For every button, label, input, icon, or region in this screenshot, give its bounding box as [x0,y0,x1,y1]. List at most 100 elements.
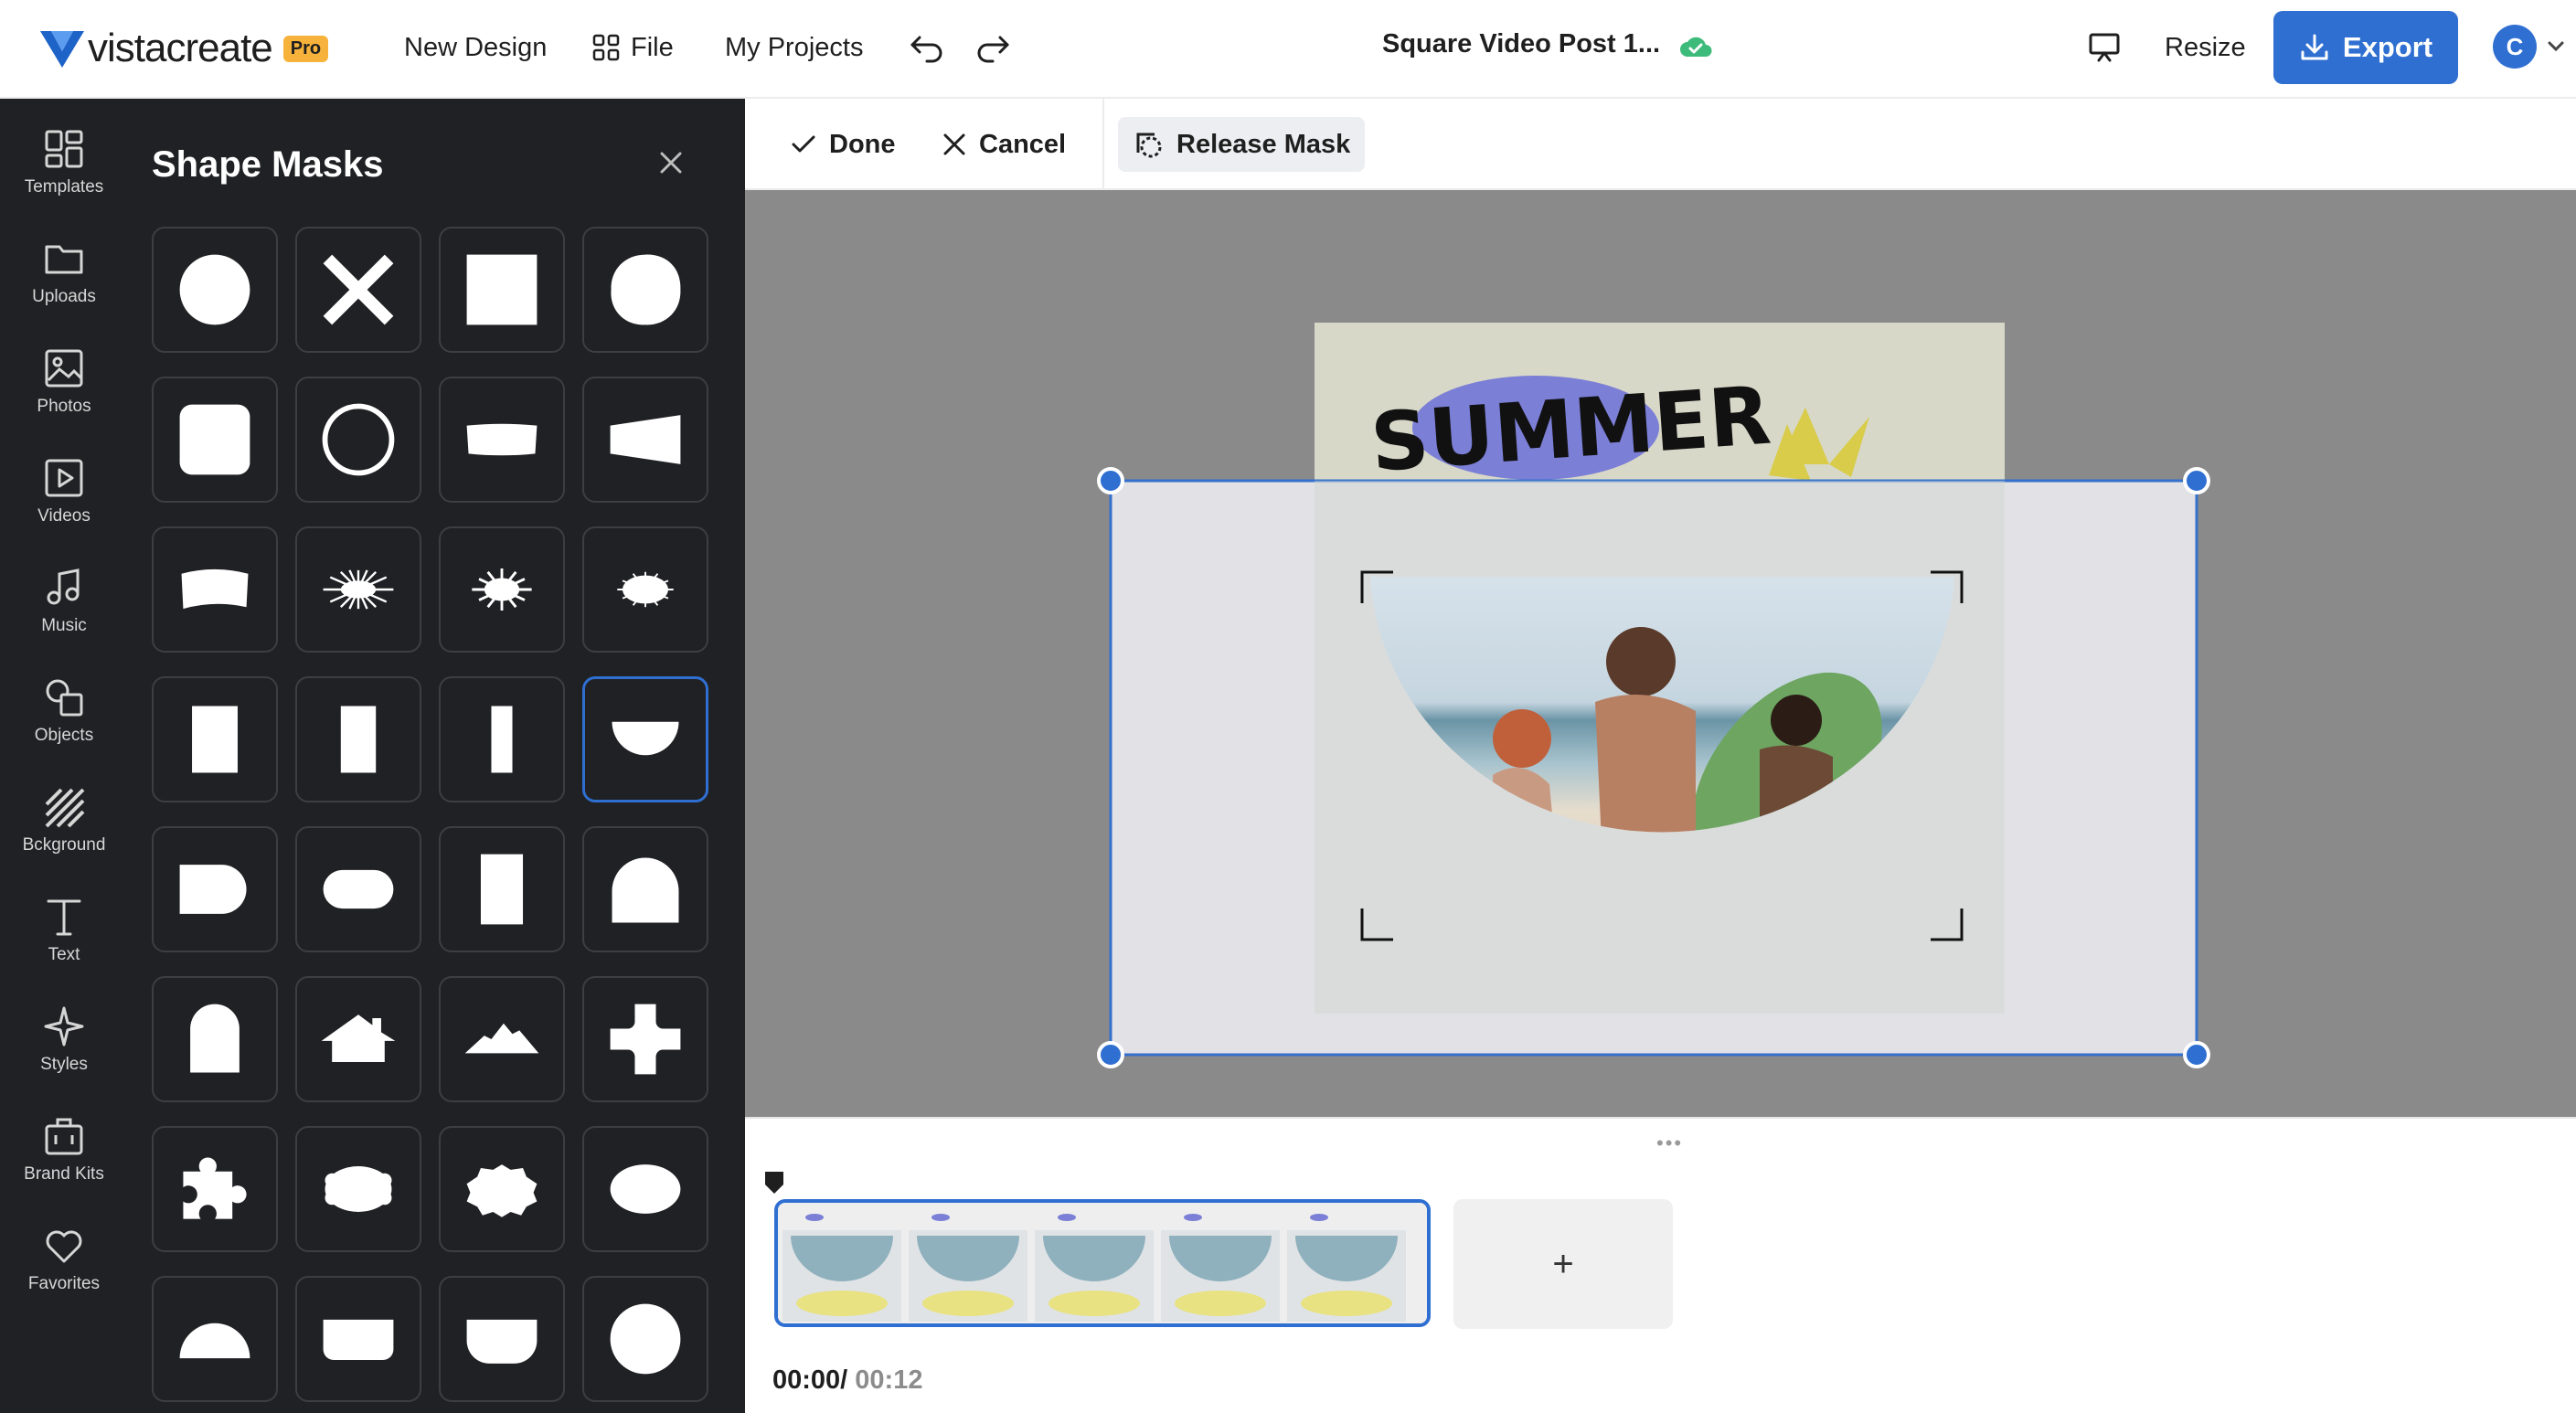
toolbar-divider [1102,99,1104,190]
shape-badge[interactable] [439,1126,565,1252]
done-label: Done [829,129,896,159]
pro-badge: Pro [282,35,329,62]
shape-tall-rect-2[interactable] [439,826,565,952]
cancel-label: Cancel [979,129,1067,159]
shape-arch[interactable] [582,826,708,952]
thin-rect-shape-icon [491,706,513,773]
shape-thin-rect[interactable] [439,676,565,802]
timeline-resize-handle[interactable]: ••• [1656,1131,1683,1155]
badge-shape-icon [466,1164,538,1217]
rounded-bottom-shape-icon [323,1319,394,1361]
shape-tall-rect[interactable] [295,676,421,802]
download-icon [2301,34,2328,60]
d-shape-icon [179,865,247,914]
shape-half-circle-top[interactable] [152,1276,278,1402]
rail-item-music[interactable]: Music [0,567,128,667]
document-title[interactable]: Square Video Post 1... [1382,29,1660,59]
mask-edit-toolbar: Done Cancel Release Mask [745,99,2576,190]
redo-button[interactable] [974,27,1022,68]
shape-rough-circle[interactable] [582,227,708,353]
rail-item-uploads[interactable]: Uploads [0,238,128,338]
oval-shape-icon [610,1164,681,1214]
undo-button[interactable] [909,27,956,68]
shape-circle-2[interactable] [582,1276,708,1402]
done-button[interactable]: Done [791,117,896,172]
shape-cup[interactable] [439,1276,565,1402]
cup-shape-icon [466,1319,538,1364]
shape-mountain[interactable] [439,976,565,1102]
rail-item-styles[interactable]: Styles [0,1005,128,1106]
wave-rect-shape-icon [466,423,538,456]
shape-rounded-bottom[interactable] [295,1276,421,1402]
resize-button[interactable]: Resize [2165,27,2246,68]
shape-puzzle-piece[interactable] [152,1126,278,1252]
rail-item-background[interactable]: Bckground [0,786,128,887]
shape-pill[interactable] [295,826,421,952]
playhead-icon[interactable] [761,1168,787,1197]
rough-circle-shape-icon [611,254,681,325]
my-projects-button[interactable]: My Projects [725,27,863,68]
rail-item-objects[interactable]: Objects [0,676,128,777]
puzzle-piece-shape-icon [183,1157,247,1219]
stripes-icon [45,788,85,828]
rail-item-photos[interactable]: Photos [0,347,128,448]
shape-rounded-square[interactable] [152,377,278,503]
shape-starburst-oval[interactable] [582,526,708,653]
shape-trapezoid[interactable] [582,377,708,503]
folder-icon [45,245,83,274]
file-menu-button[interactable]: File [592,27,674,68]
rail-item-videos[interactable]: Videos [0,457,128,558]
rail-item-favorites[interactable]: Favorites [0,1225,128,1325]
add-scene-button[interactable]: + [1453,1199,1673,1329]
tall-rect-2-shape-icon [480,854,524,925]
rail-label-music: Music [41,616,87,635]
shape-wave-rect[interactable] [439,377,565,503]
shape-d-shape[interactable] [152,826,278,952]
shape-arch-tall[interactable] [152,976,278,1102]
shape-house[interactable] [295,976,421,1102]
check-icon [792,135,815,153]
rail-item-templates[interactable]: Templates [0,128,128,228]
release-mask-button[interactable]: Release Mask [1118,117,1366,172]
half-circle-bottom-shape-icon [612,721,679,756]
rounded-square-shape-icon [179,404,250,475]
briefcase-icon [45,1118,83,1155]
shape-curved-banner[interactable] [152,526,278,653]
present-button[interactable] [2088,27,2132,68]
rail-item-brand-kits[interactable]: Brand Kits [0,1115,128,1216]
shape-half-circle-bottom[interactable] [582,676,708,802]
shape-starburst-thin[interactable] [295,526,421,653]
shape-oval[interactable] [582,1126,708,1252]
release-mask-label: Release Mask [1176,129,1351,159]
release-mask-icon [1136,133,1162,158]
shape-portrait-rect[interactable] [152,676,278,802]
rail-label-styles: Styles [40,1055,88,1074]
shape-circle[interactable] [152,227,278,353]
shape-puzzle-cross[interactable] [582,976,708,1102]
rail-label-photos: Photos [37,397,91,416]
close-icon [943,133,965,155]
shape-cross[interactable] [295,227,421,353]
total-time: 00:12 [855,1365,923,1395]
video-clip[interactable] [774,1199,1431,1327]
cancel-button[interactable]: Cancel [942,117,1066,172]
user-avatar[interactable]: C [2493,25,2537,69]
grid-icon [592,34,620,61]
cross-shape-icon [323,254,394,325]
new-design-button[interactable]: New Design [404,27,547,68]
rail-label-templates: Templates [24,177,104,197]
starburst-oval-shape-icon [617,571,674,608]
chevron-down-icon[interactable] [2547,40,2565,53]
shape-scalloped-oval[interactable] [295,1126,421,1252]
close-icon[interactable] [658,150,684,175]
scalloped-oval-shape-icon [325,1166,392,1212]
shape-ring[interactable] [295,377,421,503]
shape-square[interactable] [439,227,565,353]
time-display: 00:00/ 00:12 [772,1365,922,1396]
rail-label-objects: Objects [34,726,94,745]
circle-2-shape-icon [610,1303,681,1375]
shape-starburst[interactable] [439,526,565,653]
rail-item-text[interactable]: Text [0,896,128,996]
export-button[interactable]: Export [2273,11,2458,84]
vistacreate-logo[interactable]: vistacreate Pro [38,26,329,71]
